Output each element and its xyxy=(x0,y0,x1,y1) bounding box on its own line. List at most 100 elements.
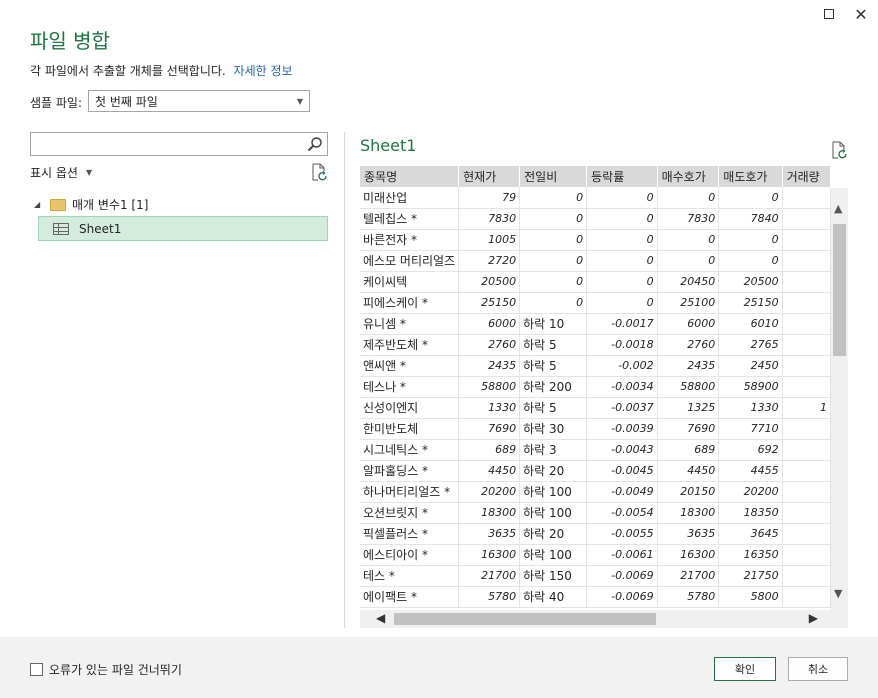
table-cell: -0.0054 xyxy=(586,502,658,524)
horizontal-scroll-thumb[interactable] xyxy=(394,613,656,625)
table-cell: 21700 xyxy=(458,565,521,587)
vertical-scroll-thumb[interactable] xyxy=(833,224,846,356)
table-row: 픽셀플러스 * 3635 하락 20 -0.0055 3635 3645 xyxy=(360,523,831,545)
vertical-scrollbar[interactable]: ▲ ▼ xyxy=(831,188,848,610)
table-row: 알파홀딩스 * 4450 하락 20 -0.0045 4450 4455 xyxy=(360,460,831,482)
table-cell: 18300 xyxy=(458,502,521,524)
table-cell: 20500 xyxy=(458,271,521,293)
table-cell: 7710 xyxy=(718,418,783,440)
scroll-right-icon[interactable]: ▶ xyxy=(809,611,818,625)
table-cell: 2720 xyxy=(458,250,521,272)
preview-grid: 종목명 현재가 전일비 등락률 매수호가 매도호가 거래량 미래산업 79 0 0 0 0 텔레칩스 *… xyxy=(360,166,831,610)
search-input[interactable] xyxy=(31,133,301,155)
table-cell: 21750 xyxy=(718,565,783,587)
table-row: 시그네틱스 * 689 하락 3 -0.0043 689 692 xyxy=(360,439,831,461)
column-header[interactable]: 매도호가 xyxy=(718,166,783,187)
table-row: 에스티아이 * 16300 하락 100 -0.0061 16300 16350 xyxy=(360,544,831,566)
table-cell: 0 xyxy=(586,187,658,209)
tree-item-folder[interactable]: ◢ 매개 변수1 [1] xyxy=(34,196,148,213)
table-cell: 하락 150 xyxy=(519,565,588,587)
table-row: 에이팩트 * 5780 하락 40 -0.0069 5780 5800 xyxy=(360,586,831,608)
table-cell: -0.0039 xyxy=(586,418,658,440)
close-button[interactable]: ✕ xyxy=(851,4,871,24)
table-cell: 58900 xyxy=(718,376,783,398)
table-cell: 7830 xyxy=(458,208,521,230)
table-cell: 한미반도체 xyxy=(360,418,460,440)
table-row: 테스 * 21700 하락 150 -0.0069 21700 21750 xyxy=(360,565,831,587)
table-row: 제주반도체 * 2760 하락 5 -0.0018 2760 2765 xyxy=(360,334,831,356)
learn-more-link[interactable]: 자세한 정보 xyxy=(234,64,293,78)
display-options-label: 표시 옵션 xyxy=(30,166,78,180)
table-cell: 16300 xyxy=(657,544,720,566)
skip-errors-option[interactable]: 오류가 있는 파일 건너뛰기 xyxy=(30,661,182,678)
tree-item-sheet1[interactable]: Sheet1 xyxy=(38,216,328,241)
table-cell xyxy=(782,271,831,293)
column-header[interactable]: 종목명 xyxy=(360,166,460,187)
table-cell: 58800 xyxy=(657,376,720,398)
column-header[interactable]: 전일비 xyxy=(519,166,588,187)
table-cell xyxy=(782,376,831,398)
table-cell: 1330 xyxy=(718,397,783,419)
table-cell: 7830 xyxy=(657,208,720,230)
table-cell: 0 xyxy=(657,187,720,209)
table-cell: 알파홀딩스 * xyxy=(360,460,460,482)
horizontal-scrollbar[interactable]: ◀ ▶ xyxy=(360,610,848,628)
chevron-down-icon: ▼ xyxy=(296,96,303,106)
table-cell: 0 xyxy=(718,250,783,272)
table-cell xyxy=(782,187,831,209)
sample-file-dropdown[interactable]: 첫 번째 파일 ▼ xyxy=(88,90,310,112)
table-cell: 79 xyxy=(458,187,521,209)
table-cell: 0 xyxy=(586,208,658,230)
table-cell: -0.0045 xyxy=(586,460,658,482)
column-header[interactable]: 거래량 xyxy=(782,166,831,187)
table-cell: 58800 xyxy=(458,376,521,398)
ok-button[interactable]: 확인 xyxy=(714,657,776,681)
table-cell: 에스티아이 * xyxy=(360,544,460,566)
table-cell: 하락 40 xyxy=(519,586,588,608)
table-cell: 5780 xyxy=(657,586,720,608)
table-cell: -0.002 xyxy=(586,355,658,377)
table-cell: 6010 xyxy=(718,313,783,335)
column-header[interactable]: 현재가 xyxy=(458,166,521,187)
preview-title: Sheet1 xyxy=(360,136,417,155)
skip-errors-checkbox[interactable] xyxy=(30,663,43,676)
table-cell: 7840 xyxy=(718,208,783,230)
table-cell: 689 xyxy=(657,439,720,461)
subtitle-text: 각 파일에서 추출할 개체를 선택합니다. xyxy=(30,64,226,78)
scroll-up-icon[interactable]: ▲ xyxy=(834,202,842,215)
table-row: 신성이엔지 1330 하락 5 -0.0037 1325 1330 1 xyxy=(360,397,831,419)
refresh-icon[interactable] xyxy=(310,163,328,181)
table-cell: 692 xyxy=(718,439,783,461)
table-cell: 18350 xyxy=(718,502,783,524)
table-cell: 16300 xyxy=(458,544,521,566)
table-cell: 에이팩트 * xyxy=(360,586,460,608)
column-header[interactable]: 등락률 xyxy=(586,166,658,187)
table-cell: 하락 100 xyxy=(519,481,588,503)
refresh-icon[interactable] xyxy=(830,141,848,159)
column-header[interactable]: 매수호가 xyxy=(657,166,720,187)
search-icon[interactable] xyxy=(307,136,323,152)
table-cell: 하락 5 xyxy=(519,355,588,377)
table-cell: 5800 xyxy=(718,586,783,608)
table-cell: 20200 xyxy=(458,481,521,503)
scroll-left-icon[interactable]: ◀ xyxy=(376,611,385,625)
table-cell xyxy=(782,523,831,545)
table-cell xyxy=(782,439,831,461)
table-cell: 0 xyxy=(519,208,588,230)
table-cell: -0.0037 xyxy=(586,397,658,419)
cancel-button[interactable]: 취소 xyxy=(788,657,848,681)
scroll-down-icon[interactable]: ▼ xyxy=(834,587,842,600)
table-cell: 2450 xyxy=(718,355,783,377)
dialog-title: 파일 병합 xyxy=(30,29,110,53)
table-cell: 2765 xyxy=(718,334,783,356)
table-cell xyxy=(782,355,831,377)
maximize-button[interactable] xyxy=(819,4,839,24)
table-cell xyxy=(782,418,831,440)
table-cell: 20450 xyxy=(657,271,720,293)
search-box xyxy=(30,132,328,156)
table-cell xyxy=(782,229,831,251)
display-options-menu[interactable]: 표시 옵션 ▼ xyxy=(30,164,92,181)
sheet-icon xyxy=(53,222,69,235)
collapse-icon[interactable]: ◢ xyxy=(34,200,44,209)
panel-splitter[interactable] xyxy=(344,132,345,628)
